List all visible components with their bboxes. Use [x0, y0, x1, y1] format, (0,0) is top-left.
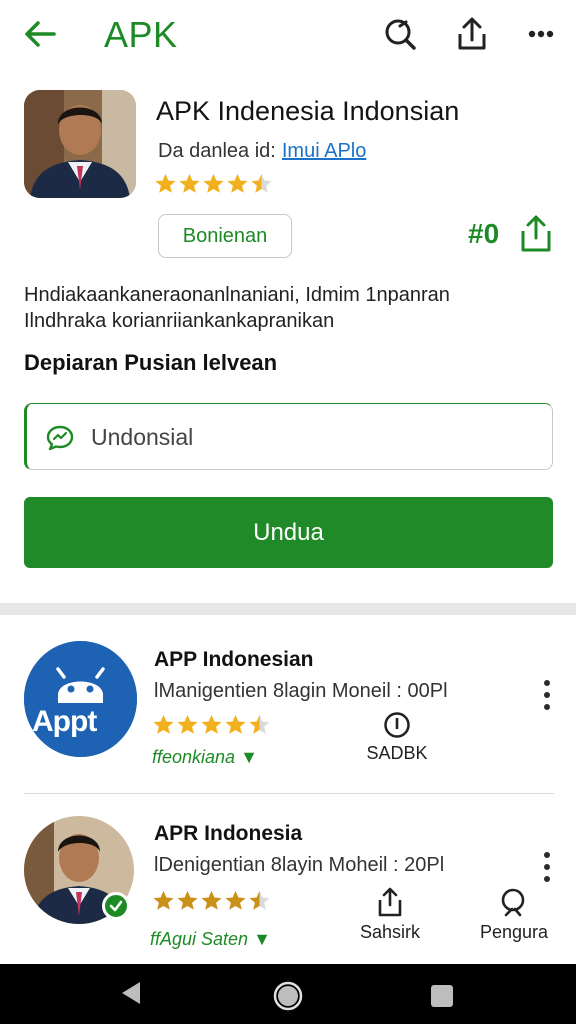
nav-recents-icon[interactable] [430, 984, 454, 1013]
star-icon [179, 173, 200, 193]
star-icon [225, 890, 246, 910]
star-icon [201, 714, 222, 734]
rating-stars [152, 713, 271, 736]
back-arrow-icon[interactable] [20, 14, 60, 54]
app-tag: ffAgui Saten ▼ [150, 929, 271, 949]
category-chip[interactable]: Bonienan [158, 214, 292, 258]
info-icon [384, 712, 410, 738]
developer-line: Da danlea id: Imui APlo [158, 140, 366, 163]
app-bar: APK [0, 0, 576, 72]
system-navigation-bar [0, 964, 576, 1024]
nav-home-icon[interactable] [272, 980, 304, 1017]
star-icon [153, 714, 174, 734]
app-tag: ffeonkiana ▼ [152, 747, 258, 767]
developer-label: Da danlea id: [158, 140, 276, 162]
chat-icon [46, 425, 74, 451]
share-action[interactable]: Sahsirk [350, 886, 430, 943]
share-icon [378, 887, 402, 917]
verified-badge-icon [102, 892, 130, 920]
info-badge-label: SADBK [366, 743, 428, 763]
star-icon [155, 173, 176, 193]
share-icon[interactable] [518, 214, 554, 254]
share-action-label: Sahsirk [359, 922, 421, 942]
description-line: Ilndhraka korianriiankankapranikan [24, 310, 335, 332]
half-star-icon [249, 714, 270, 734]
star-icon [203, 173, 224, 193]
share-icon[interactable] [452, 14, 492, 54]
star-icon [227, 173, 248, 193]
star-icon [201, 890, 222, 910]
star-icon [177, 714, 198, 734]
rating-stars [152, 889, 271, 912]
search-input[interactable]: Undonsial [24, 403, 553, 470]
star-icon [177, 890, 198, 910]
search-value: Undonsial [91, 424, 194, 450]
section-divider [0, 603, 576, 615]
star-icon [153, 890, 174, 910]
app-subtitle: lDenigentian 8layin Moheil : 20Pl [154, 854, 445, 876]
logo-text: Appt [32, 705, 97, 738]
app-title: APK Indenesia Indonsian [156, 96, 460, 126]
nav-back-icon[interactable] [118, 978, 144, 1013]
app-logo[interactable] [24, 641, 137, 757]
overflow-menu-icon[interactable] [541, 852, 553, 888]
info-badge[interactable]: SADBK [360, 711, 434, 764]
search-action[interactable]: Pengura [472, 886, 556, 943]
half-star-icon [251, 173, 272, 193]
app-bar-title: APK [104, 14, 178, 55]
search-action-label: Pengura [479, 922, 549, 942]
app-name[interactable]: APP Indonesian [154, 648, 313, 672]
download-button[interactable]: Undua [24, 497, 553, 568]
star-icon [225, 714, 246, 734]
app-name[interactable]: APR Indonesia [154, 822, 302, 846]
more-icon[interactable] [522, 14, 562, 54]
list-divider [24, 793, 554, 794]
app-description: Hndiakaankaneraonanlnaniani, Idmim 1npan… [24, 282, 554, 334]
half-star-icon [249, 890, 270, 910]
overflow-menu-icon[interactable] [541, 680, 553, 716]
app-tag-label: ffeonkiana [152, 747, 236, 767]
description-line: Hndiakaankaneraonanlnaniani, Idmim 1npan… [24, 284, 450, 306]
app-tag-label: ffAgui Saten [150, 929, 249, 949]
app-subtitle: lManigentien 8lagin Moneil : 00Pl [154, 680, 448, 702]
count-label: #0 [468, 218, 500, 249]
search-icon[interactable] [380, 14, 420, 54]
section-title: Depiaran Pusian lelvean [24, 350, 278, 375]
search-icon [501, 888, 525, 917]
developer-link[interactable]: Imui APlo [282, 140, 366, 162]
rating-stars [154, 172, 273, 195]
app-icon-portrait [24, 90, 136, 198]
